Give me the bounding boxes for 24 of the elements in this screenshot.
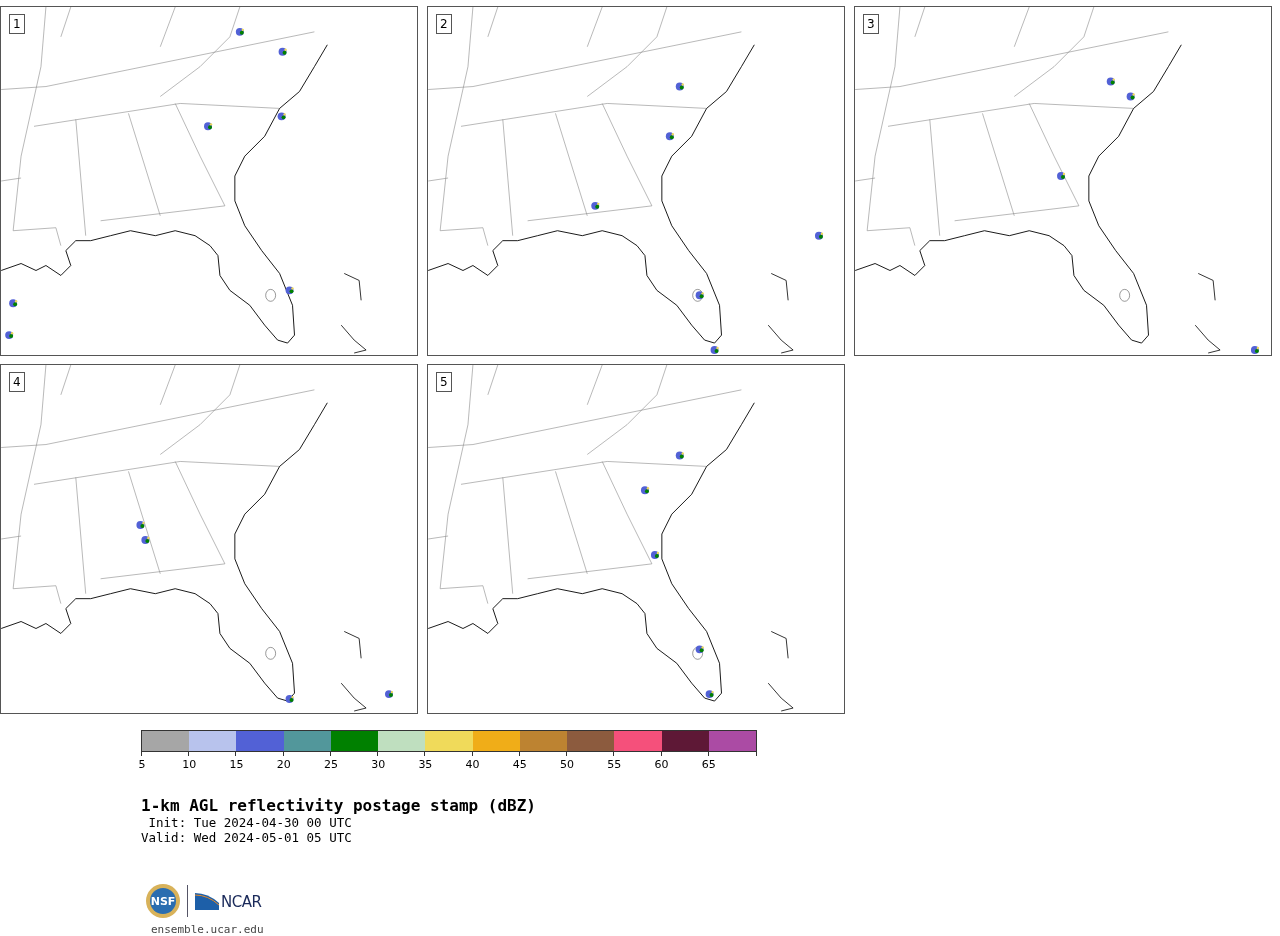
tick-label: 45 xyxy=(512,757,527,771)
panel-number: 5 xyxy=(436,372,452,392)
valid-time: Valid: Wed 2024-05-01 05 UTC xyxy=(141,830,353,845)
tick-label: 50 xyxy=(560,757,575,771)
panel-number: 4 xyxy=(9,372,25,392)
tick-label: 20 xyxy=(276,757,291,771)
tick-label: 5 xyxy=(138,757,146,771)
panel-number: 1 xyxy=(9,14,25,34)
nsf-logo: NSF xyxy=(145,883,181,919)
tick-label: 10 xyxy=(182,757,197,771)
init-time: Init: Tue 2024-04-30 00 UTC xyxy=(147,815,353,830)
site-url: ensemble.ucar.edu xyxy=(151,923,265,936)
panel-number: 2 xyxy=(436,14,452,34)
panel-number: 3 xyxy=(863,14,879,34)
tick-label: 25 xyxy=(323,757,338,771)
chart-title: 1-km AGL reflectivity postage stamp (dBZ) xyxy=(141,796,537,815)
tick-label: 60 xyxy=(654,757,669,771)
tick-label: 30 xyxy=(371,757,386,771)
tick-label: 65 xyxy=(701,757,716,771)
ncar-logo: NCAR xyxy=(194,891,262,911)
tick-label: 15 xyxy=(229,757,244,771)
tick-label: 55 xyxy=(607,757,622,771)
tick-label: 40 xyxy=(465,757,480,771)
tick-label: 35 xyxy=(418,757,433,771)
